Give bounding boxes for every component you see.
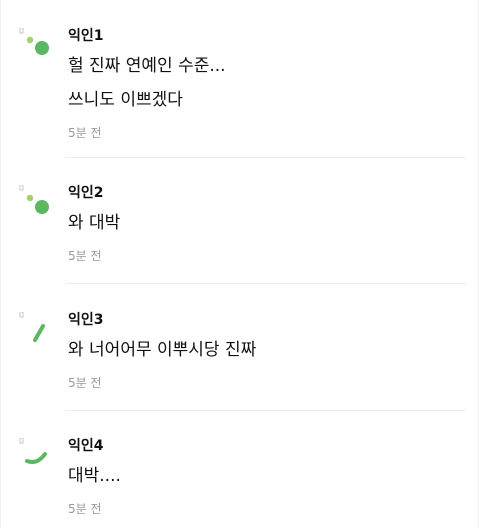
curve-icon (19, 438, 47, 465)
comment-divider (66, 410, 466, 411)
comment-divider (66, 157, 466, 158)
comment-divider (66, 283, 466, 284)
comment-timestamp: 5분 전 (68, 502, 102, 516)
comment-author[interactable]: 익인3 (68, 312, 466, 328)
comment-text-line: 대박.... (68, 466, 121, 486)
comment-timestamp: 5분 전 (68, 126, 102, 140)
comment-text-line: 쓰니도 이쁘겠다 (68, 90, 183, 110)
comment-list: 익인1 헐 진짜 연예인 수준... 쓰니도 이쁘겠다 5분 전 익인2 와 대… (0, 0, 479, 528)
comment-author[interactable]: 익인1 (68, 28, 466, 44)
comment-text-line: 와 너어어무 이뿌시당 진짜 (68, 340, 257, 360)
dots-icon (19, 28, 49, 55)
comment-text-line: 와 대박 (68, 213, 121, 233)
comment-text-line: 헐 진짜 연예인 수준... (68, 56, 226, 76)
comment-author[interactable]: 익인2 (68, 185, 466, 201)
comment-author[interactable]: 익인4 (68, 438, 466, 454)
dots-icon (19, 185, 49, 214)
comment-timestamp: 5분 전 (68, 249, 102, 263)
stroke-icon (19, 312, 45, 342)
comment-timestamp: 5분 전 (68, 376, 102, 390)
